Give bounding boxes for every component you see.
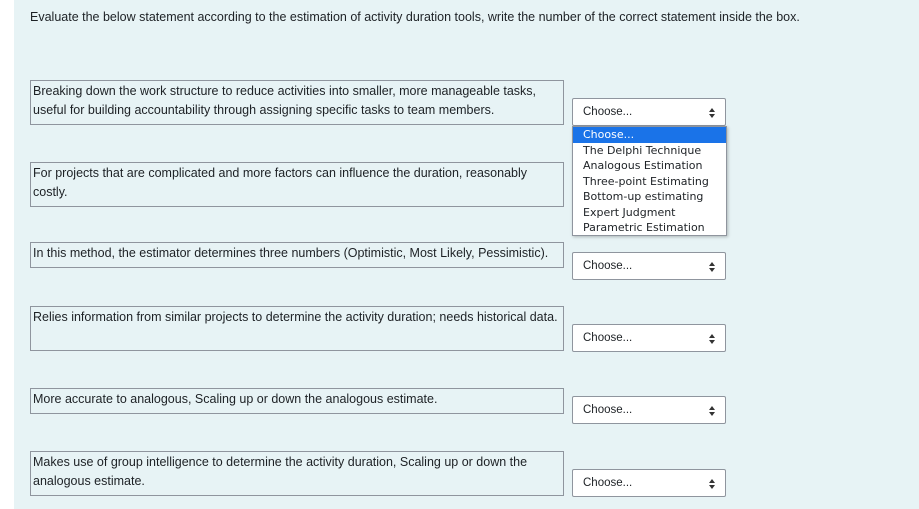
updown-arrows-icon: [709, 406, 715, 416]
answer-select-4[interactable]: Choose...: [572, 324, 726, 352]
statement-3: In this method, the estimator determines…: [30, 242, 564, 268]
updown-arrows-icon: [709, 262, 715, 272]
answer-select-6-value: Choose...: [583, 477, 633, 489]
statement-2: For projects that are complicated and mo…: [30, 162, 564, 207]
answer-select-5[interactable]: Choose...: [572, 396, 726, 424]
updown-arrows-icon: [709, 479, 715, 489]
option-analogous-estimation[interactable]: Analogous Estimation: [573, 158, 726, 174]
option-bottom-up-estimating[interactable]: Bottom-up estimating: [573, 189, 726, 205]
answer-select-5-value: Choose...: [583, 404, 633, 416]
option-delphi-technique[interactable]: The Delphi Technique: [573, 143, 726, 159]
question-instruction: Evaluate the below statement according t…: [30, 10, 800, 24]
updown-arrows-icon: [709, 334, 715, 344]
answer-select-4-value: Choose...: [583, 332, 633, 344]
answer-select-3-value: Choose...: [583, 260, 633, 272]
answer-select-6[interactable]: Choose...: [572, 469, 726, 497]
statement-4: Relies information from similar projects…: [30, 306, 564, 351]
statement-1: Breaking down the work structure to redu…: [30, 80, 564, 125]
answer-select-3[interactable]: Choose...: [572, 252, 726, 280]
option-three-point-estimating[interactable]: Three-point Estimating: [573, 174, 726, 190]
answer-select-1-options: Choose... The Delphi Technique Analogous…: [572, 126, 727, 236]
updown-arrows-icon: [709, 108, 715, 118]
option-parametric-estimation[interactable]: Parametric Estimation: [573, 220, 726, 236]
answer-select-1[interactable]: Choose...: [572, 98, 726, 126]
statement-6: Makes use of group intelligence to deter…: [30, 451, 564, 496]
option-expert-judgment[interactable]: Expert Judgment: [573, 205, 726, 221]
answer-select-1-value: Choose...: [583, 106, 633, 118]
option-choose[interactable]: Choose...: [573, 127, 726, 143]
statement-5: More accurate to analogous, Scaling up o…: [30, 388, 564, 414]
